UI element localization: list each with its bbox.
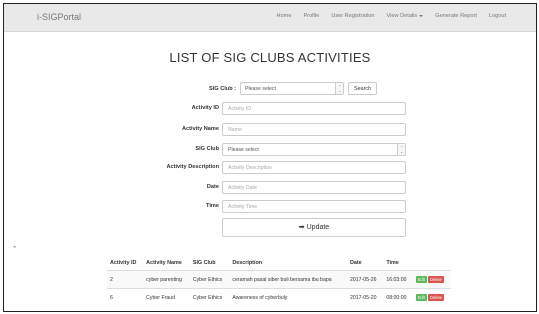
table-row: 6 Cyber Fraud Cyber Ethics Awareness of …: [107, 288, 451, 306]
brand-logo[interactable]: i-SIGPortal: [37, 12, 81, 22]
nav-user-registration[interactable]: User Registration: [331, 13, 374, 19]
cell-activity-name: Cyber Fraud: [143, 288, 190, 306]
sig-club-row: SIG Club Please select ⌃ ⌄: [114, 143, 414, 156]
time-label: Time: [206, 203, 219, 209]
cell-activity-name: cyber parenting: [143, 270, 190, 289]
table-row: 2 cyber parenting Cyber Ethics ceramah p…: [107, 270, 451, 289]
nav-links: Home Profile User Registration View Deta…: [265, 13, 506, 19]
update-label: Update: [306, 224, 330, 231]
date-label: Date: [206, 184, 219, 190]
cell-activity-id: 6: [107, 288, 144, 306]
time-row: Time Activity Time: [114, 200, 414, 213]
col-description: Description: [229, 256, 347, 271]
page-title: LIST OF SIG CLUBS ACTIVITIES: [169, 50, 371, 65]
edit-button[interactable]: Edit: [415, 276, 427, 283]
nav-logout[interactable]: Logout: [489, 13, 506, 19]
club-filter: SIG Club : Please select ⌃ ⌄ Search: [209, 82, 378, 95]
activity-id-label: Activity ID: [191, 105, 219, 111]
col-activity-name: Activity Name: [143, 256, 190, 271]
nav-home[interactable]: Home: [277, 13, 292, 19]
activity-name-input[interactable]: Name: [222, 123, 406, 136]
navbar: i-SIGPortal Home Profile User Registrati…: [4, 4, 536, 32]
cell-time: 16:03:00: [383, 270, 413, 289]
cell-activity-id: 2: [107, 270, 144, 289]
nav-profile[interactable]: Profile: [303, 13, 319, 19]
cell-description: Awareness of cyberbuly: [229, 288, 347, 306]
table-header-row: Activity ID Activity Name SIG Club Descr…: [107, 256, 451, 271]
nav-view-details-label: View Details: [386, 13, 418, 19]
sig-club-label: SIG Club: [195, 146, 219, 152]
arrow-right-icon: ➡: [298, 224, 305, 231]
activity-description-input[interactable]: Activity Description: [222, 161, 406, 174]
activities-table: Activity ID Activity Name SIG Club Descr…: [107, 256, 451, 306]
club-filter-select[interactable]: Please select ⌃ ⌄: [240, 82, 345, 95]
col-sig-club: SIG Club: [189, 256, 230, 271]
activity-description-row: Activity Description Activity Descriptio…: [114, 161, 414, 174]
sig-club-select[interactable]: Please select ⌃ ⌄: [222, 143, 406, 156]
edit-button[interactable]: Edit: [415, 294, 427, 301]
cell-description: ceramah pasal siber buli bersama ibu bap…: [229, 270, 347, 289]
activity-description-label: Activity Description: [166, 164, 219, 170]
col-date: Date: [346, 256, 384, 271]
cell-sig-club: Cyber Ethics: [189, 288, 230, 306]
col-activity-id: Activity ID: [107, 256, 144, 271]
cell-date: 2017-05-20: [346, 288, 384, 306]
cell-actions: Edit Delete: [412, 288, 451, 306]
filter-label: SIG Club :: [209, 85, 237, 92]
activity-id-row: Activity ID Activity ID: [114, 102, 414, 115]
caret-down-icon: [419, 14, 424, 17]
nav-view-details-dropdown[interactable]: View Details: [387, 13, 424, 19]
cell-sig-club: Cyber Ethics: [189, 270, 230, 289]
sig-club-value: Please select: [228, 147, 259, 153]
delete-button[interactable]: Delete: [427, 294, 444, 301]
cell-time: 08:00:00: [383, 288, 413, 306]
col-time: Time: [383, 256, 413, 271]
date-row: Date Activity Date: [114, 181, 414, 194]
browser-frame: i-SIGPortal Home Profile User Registrati…: [3, 3, 537, 312]
search-button[interactable]: Search: [348, 82, 378, 95]
club-filter-value: Please select: [245, 86, 276, 92]
update-button[interactable]: ➡ Update: [222, 218, 406, 237]
activity-id-input[interactable]: Activity ID: [222, 102, 406, 115]
cell-date: 2017-05-26: [346, 270, 384, 289]
date-input[interactable]: Activity Date: [222, 181, 406, 194]
nav-generate-report[interactable]: Generate Report: [435, 13, 477, 19]
dropdown-arrow-icon: ⌃ ⌄: [335, 83, 344, 94]
left-arrow-icon: ◂: [13, 244, 16, 250]
time-input[interactable]: Activity Time: [222, 200, 406, 213]
delete-button[interactable]: Delete: [427, 276, 444, 283]
col-actions: [412, 256, 451, 271]
activity-name-label: Activity Name: [182, 126, 219, 132]
dropdown-arrow-icon: ⌃ ⌄: [397, 144, 405, 155]
cell-actions: Edit Delete: [412, 270, 451, 289]
activity-name-row: Activity Name Name: [114, 123, 414, 136]
